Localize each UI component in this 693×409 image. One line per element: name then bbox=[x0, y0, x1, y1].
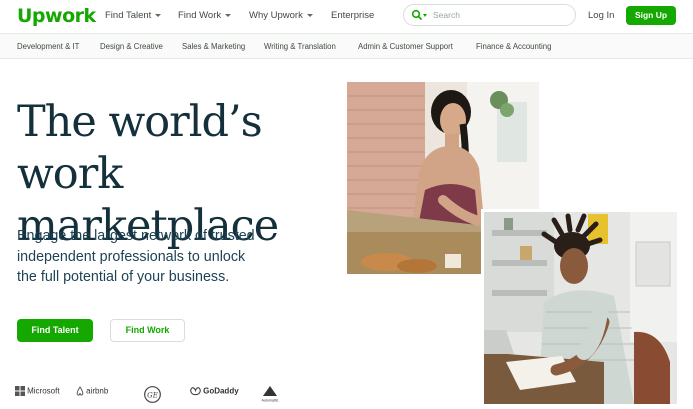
nav-find-work-label: Find Work bbox=[178, 10, 222, 21]
ge-logo-text: GE bbox=[147, 391, 158, 399]
godaddy-logo: GoDaddy bbox=[190, 386, 239, 406]
find-work-button[interactable]: Find Work bbox=[110, 319, 185, 342]
top-header: Upwork Find Talent Find Work Why Upwork … bbox=[0, 0, 693, 33]
airbnb-logo: airbnb bbox=[76, 386, 108, 406]
hero-subtitle-line-2: independent professionals to unlock bbox=[17, 248, 246, 265]
hero-subtitle: Engage the largest network of trusted in… bbox=[17, 226, 287, 288]
category-admin-support[interactable]: Admin & Customer Support bbox=[358, 42, 453, 51]
microsoft-logo: Microsoft bbox=[15, 386, 60, 406]
nav-why-upwork[interactable]: Why Upwork bbox=[249, 10, 313, 21]
microsoft-icon bbox=[15, 386, 25, 397]
search-input[interactable]: Search bbox=[433, 10, 460, 20]
chevron-down-icon bbox=[225, 13, 232, 17]
automattic-logo: Automattic bbox=[259, 385, 281, 405]
hero-title-line-1: The world’s work bbox=[17, 97, 263, 199]
man-working-image bbox=[484, 212, 677, 404]
hero-subtitle-line-1: Engage the largest network of trusted bbox=[17, 228, 255, 244]
microsoft-logo-text: Microsoft bbox=[27, 386, 60, 396]
ge-icon: GE bbox=[144, 386, 161, 403]
hero-photo-man bbox=[484, 212, 677, 404]
category-development-it[interactable]: Development & IT bbox=[17, 42, 79, 51]
chevron-down-icon bbox=[306, 13, 313, 17]
godaddy-logo-text: GoDaddy bbox=[203, 386, 239, 396]
airbnb-logo-text: airbnb bbox=[86, 386, 109, 396]
search-bar[interactable]: Search bbox=[403, 4, 576, 26]
search-type-dropdown-icon[interactable] bbox=[423, 14, 427, 17]
upwork-logo[interactable]: Upwork bbox=[17, 5, 96, 27]
nav-why-upwork-label: Why Upwork bbox=[249, 10, 303, 21]
nav-enterprise-label: Enterprise bbox=[331, 10, 375, 21]
category-finance-accounting[interactable]: Finance & Accounting bbox=[476, 42, 551, 51]
category-design-creative[interactable]: Design & Creative bbox=[100, 42, 163, 51]
automattic-logo-text: Automattic bbox=[262, 399, 279, 403]
chevron-down-icon bbox=[155, 13, 162, 17]
automattic-icon: Automattic bbox=[262, 386, 279, 403]
category-writing-translation[interactable]: Writing & Translation bbox=[264, 42, 336, 51]
nav-find-talent-label: Find Talent bbox=[105, 10, 152, 21]
godaddy-icon bbox=[190, 387, 201, 396]
nav-enterprise[interactable]: Enterprise bbox=[331, 10, 374, 21]
ge-logo: GE bbox=[144, 386, 161, 406]
nav-find-talent[interactable]: Find Talent bbox=[105, 10, 162, 21]
category-bar: Development & IT Design & Creative Sales… bbox=[0, 33, 693, 59]
find-talent-button[interactable]: Find Talent bbox=[17, 319, 93, 342]
category-sales-marketing[interactable]: Sales & Marketing bbox=[182, 42, 245, 51]
airbnb-icon bbox=[76, 386, 84, 396]
hero-subtitle-line-3: the full potential of your business. bbox=[17, 269, 230, 285]
signup-button[interactable]: Sign Up bbox=[626, 6, 676, 25]
nav-find-work[interactable]: Find Work bbox=[178, 10, 232, 21]
login-link[interactable]: Log In bbox=[588, 10, 614, 21]
